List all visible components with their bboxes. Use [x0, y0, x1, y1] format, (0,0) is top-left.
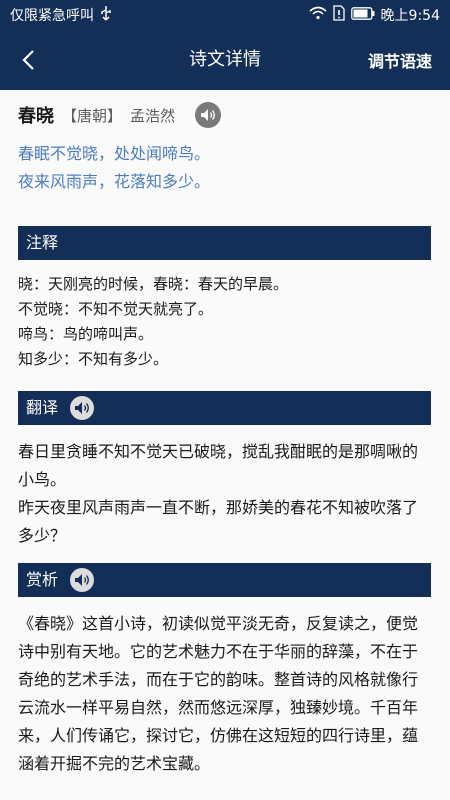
poem-lines: 春眠不觉晓，处处闻啼鸟。 夜来风雨声，花落知多少。: [18, 140, 210, 196]
speaker-icon: [201, 109, 215, 121]
nav-bar: 诗文详情 调节语速: [0, 30, 450, 90]
poem-author: 孟浩然: [130, 106, 176, 125]
note-item: 知多少：不知有多少。: [18, 350, 169, 368]
section-translation-label: 翻译: [26, 398, 59, 417]
poem-audio-button[interactable]: [195, 102, 222, 128]
wifi-icon: [309, 6, 327, 24]
carrier-text: 仅限紧急呼叫: [10, 8, 94, 24]
translation-audio-button[interactable]: [70, 396, 95, 420]
status-left: 仅限紧急呼叫: [10, 5, 112, 25]
sim-alert-icon: [332, 5, 345, 25]
usb-icon: [100, 5, 112, 25]
appreciation-text: 《春晓》这首小诗，初读似觉平淡无奇，反复读之，便觉诗中别有天地。它的艺术魅力不在…: [18, 614, 419, 773]
section-appreciation-label: 赏析: [26, 570, 59, 589]
status-time: 晚上9:54: [380, 8, 440, 24]
note-item: 啼鸟：鸟的啼叫声。: [18, 325, 154, 343]
poem-title: 春晓: [18, 106, 54, 127]
speaker-icon: [75, 574, 89, 586]
section-translation: 翻译: [18, 391, 431, 425]
note-item: 不觉晓：不知不觉天就亮了。: [18, 300, 214, 318]
content: 春晓 【唐朝】 孟浩然 春眠不觉晓，处处闻啼鸟。 夜来风雨声，花落知多少。 注释…: [0, 90, 450, 800]
section-notes-label: 注释: [26, 233, 59, 252]
translation-text: 春日里贪睡不知不觉天已破晓，搅乱我酣眠的是那啁啾的小鸟。 昨天夜里风声雨声一直不…: [18, 438, 431, 550]
poem-line: 春眠不觉晓，处处闻啼鸟。: [18, 144, 211, 163]
section-appreciation: 赏析: [18, 563, 431, 597]
translation-line: 昨天夜里风声雨声一直不断，那娇美的春花不知被吹落了多少？: [18, 498, 419, 545]
poem-header: 春晓 【唐朝】 孟浩然: [18, 100, 222, 130]
status-bar: 仅限紧急呼叫 晚上9:54: [0, 0, 450, 30]
adjust-speed-button[interactable]: 调节语速: [368, 30, 432, 90]
poem-dynasty: 【唐朝】: [62, 106, 123, 125]
battery-icon: [350, 6, 375, 24]
appreciation-audio-button[interactable]: [70, 568, 95, 592]
poem-line: 夜来风雨声，花落知多少。: [18, 172, 211, 191]
note-item: 晓：天刚亮的时候，春晓：春天的早晨。: [18, 275, 289, 293]
speaker-icon: [75, 402, 89, 414]
translation-line: 春日里贪睡不知不觉天已破晓，搅乱我酣眠的是那啁啾的小鸟。: [18, 442, 419, 489]
section-notes: 注释: [18, 226, 431, 260]
status-right: 晚上9:54: [309, 5, 440, 25]
notes-list: 晓：天刚亮的时候，春晓：春天的早晨。 不觉晓：不知不觉天就亮了。 啼鸟：鸟的啼叫…: [18, 272, 288, 372]
